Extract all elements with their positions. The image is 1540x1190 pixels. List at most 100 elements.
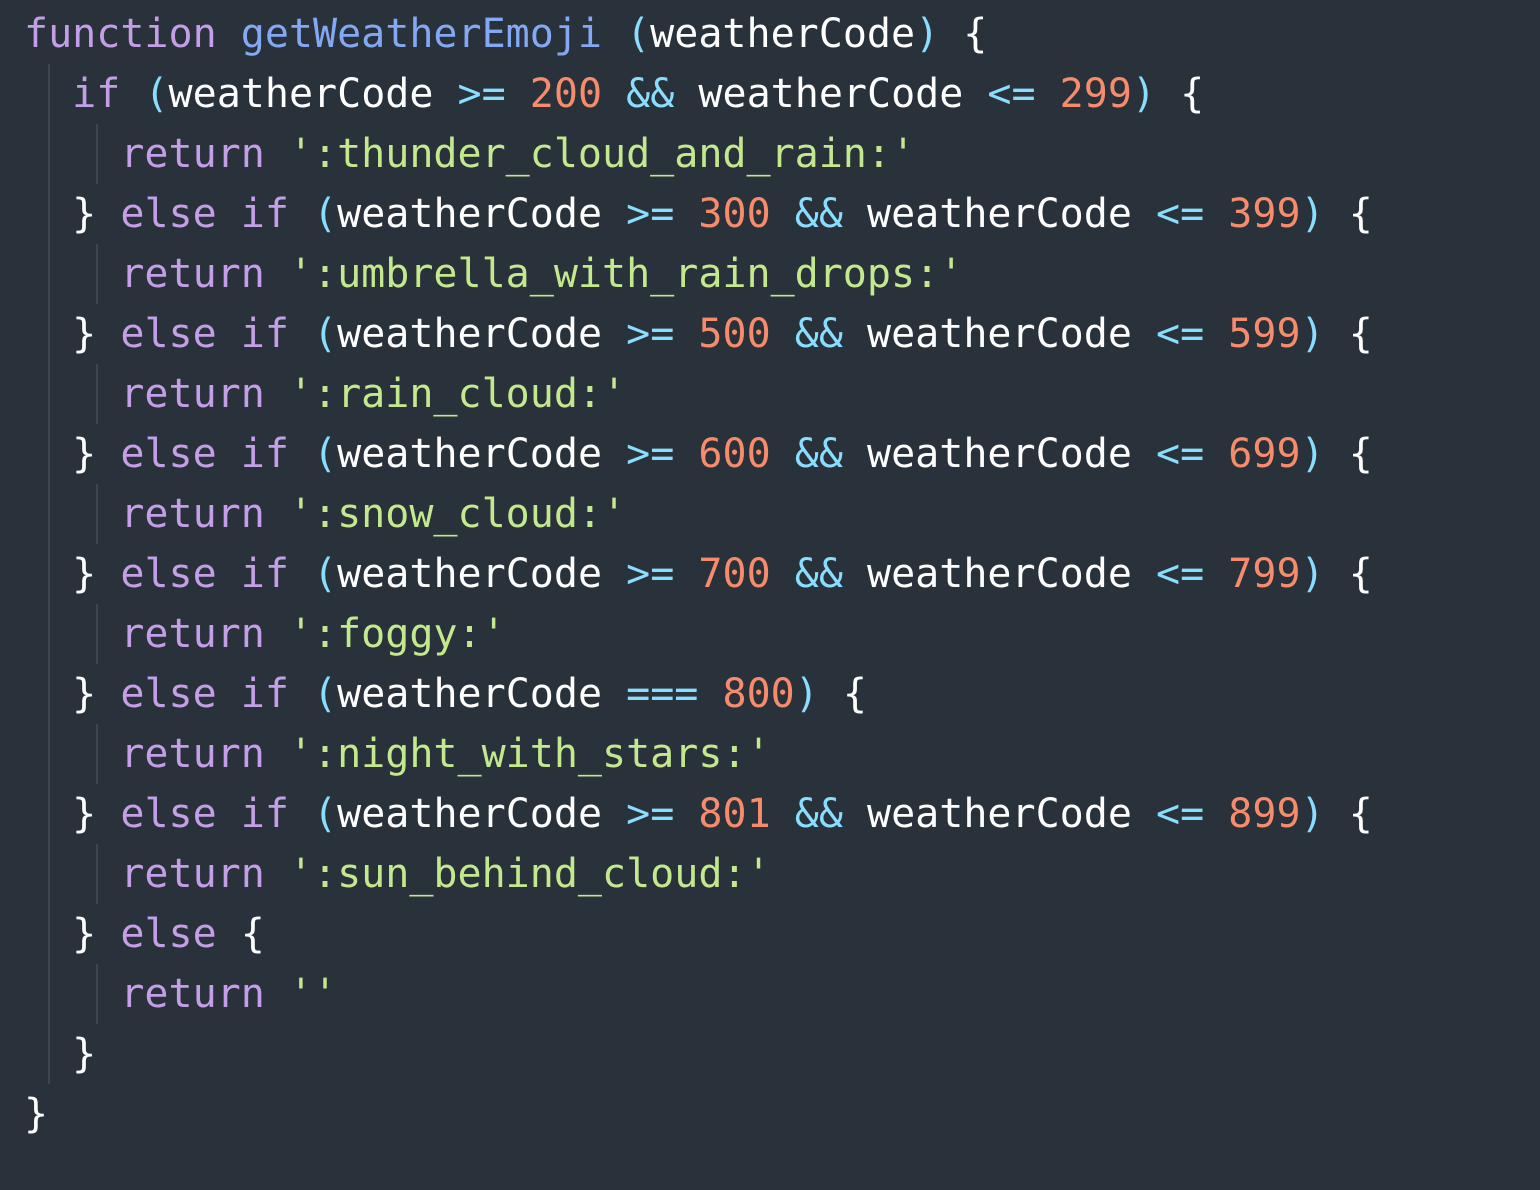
- keyword: if: [240, 551, 289, 597]
- keyword: else: [120, 551, 217, 597]
- code-block[interactable]: function getWeatherEmoji (weatherCode) {…: [0, 4, 1540, 1144]
- paren: (: [313, 311, 338, 357]
- brace: }: [24, 1091, 49, 1137]
- code-line: } else if (weatherCode >= 500 && weather…: [24, 304, 1540, 364]
- brace: {: [240, 911, 265, 957]
- keyword: return: [120, 731, 265, 777]
- code-line: } else if (weatherCode === 800) {: [24, 664, 1540, 724]
- operator: >=: [626, 431, 675, 477]
- paren: ): [1300, 191, 1325, 237]
- indent-guide: [48, 484, 50, 544]
- code-line: } else if (weatherCode >= 600 && weather…: [24, 424, 1540, 484]
- indent-guide: [48, 424, 50, 484]
- number-literal: 599: [1228, 311, 1301, 357]
- paren: ): [1300, 311, 1325, 357]
- keyword: return: [120, 851, 265, 897]
- indent-guide: [48, 604, 50, 664]
- operator: &&: [794, 791, 843, 837]
- identifier: weatherCode: [650, 11, 916, 57]
- keyword: else: [120, 671, 217, 717]
- string-literal: ':snow_cloud:': [288, 491, 627, 537]
- number-literal: 700: [698, 551, 771, 597]
- operator: &&: [794, 191, 843, 237]
- identifier: weatherCode: [698, 71, 964, 117]
- number-literal: 399: [1228, 191, 1301, 237]
- indent-guide: [48, 304, 50, 364]
- brace: {: [963, 11, 988, 57]
- indent-guide: [96, 364, 98, 424]
- brace: {: [1180, 71, 1205, 117]
- function-name: getWeatherEmoji: [240, 11, 602, 57]
- code-editor[interactable]: function getWeatherEmoji (weatherCode) {…: [0, 0, 1540, 1190]
- operator: &&: [626, 71, 675, 117]
- string-literal: ':night_with_stars:': [288, 731, 771, 777]
- operator: >=: [457, 71, 506, 117]
- number-literal: 899: [1228, 791, 1301, 837]
- brace: }: [72, 431, 97, 477]
- brace: {: [842, 671, 868, 717]
- operator: &&: [794, 551, 843, 597]
- code-line: return ':foggy:': [24, 604, 1540, 664]
- keyword: return: [120, 971, 265, 1017]
- identifier: weatherCode: [337, 671, 603, 717]
- operator: <=: [1156, 311, 1205, 357]
- number-literal: 801: [698, 791, 771, 837]
- indent-guide: [48, 904, 50, 964]
- indent-guide: [48, 124, 50, 184]
- indent-guide: [48, 784, 50, 844]
- keyword: if: [240, 311, 289, 357]
- operator: &&: [794, 311, 843, 357]
- indent-guide: [48, 1024, 50, 1084]
- operator: ===: [626, 671, 699, 717]
- operator: >=: [626, 311, 675, 357]
- indent-guide: [96, 604, 98, 664]
- keyword: else: [120, 191, 217, 237]
- indent-guide: [48, 184, 50, 244]
- identifier: weatherCode: [867, 551, 1132, 597]
- code-line: return '': [24, 964, 1540, 1024]
- brace: }: [72, 671, 97, 717]
- indent-guide: [96, 484, 98, 544]
- number-literal: 600: [698, 431, 771, 477]
- keyword: if: [240, 431, 289, 477]
- code-line: function getWeatherEmoji (weatherCode) {: [24, 4, 1540, 64]
- identifier: weatherCode: [337, 311, 603, 357]
- brace: {: [1348, 551, 1373, 597]
- code-line: if (weatherCode >= 200 && weatherCode <=…: [24, 64, 1540, 124]
- indent-guide: [96, 124, 98, 184]
- operator: <=: [1156, 431, 1205, 477]
- brace: {: [1348, 311, 1373, 357]
- code-line: }: [24, 1084, 1540, 1144]
